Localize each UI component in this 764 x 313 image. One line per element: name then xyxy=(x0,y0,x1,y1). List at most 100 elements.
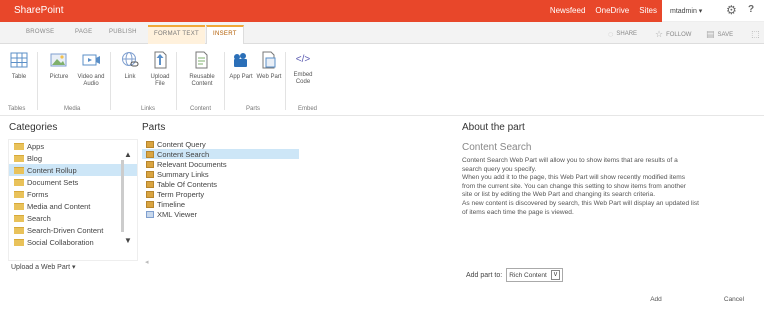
link-button[interactable]: Link xyxy=(115,50,145,81)
xml-icon xyxy=(146,210,154,218)
chevron-down-icon: v xyxy=(550,270,561,280)
category-search-driven-content[interactable]: Search-Driven Content xyxy=(9,224,137,236)
video-audio-label: Video and Audio xyxy=(77,74,105,87)
embed-code-button[interactable]: </> Embed Code xyxy=(288,50,318,86)
upload-file-label: Upload File xyxy=(150,74,170,87)
web-part-icon xyxy=(146,180,154,188)
tab-browse[interactable]: BROWSE xyxy=(26,29,54,35)
about-heading: About the part xyxy=(462,122,525,133)
group-parts: Parts xyxy=(246,106,261,112)
category-document-sets[interactable]: Document Sets xyxy=(9,176,137,188)
reusable-content-icon xyxy=(195,51,208,69)
share-label: SHARE xyxy=(616,31,638,37)
web-part-icon xyxy=(146,200,154,208)
suite-bar: SharePoint Newsfeed OneDrive Sites xyxy=(0,0,764,22)
picture-button[interactable]: Picture xyxy=(44,50,74,81)
add-part-label: Add part to: xyxy=(466,271,503,279)
part-timeline[interactable]: Timeline xyxy=(142,199,299,209)
video-audio-button[interactable]: Video and Audio xyxy=(76,50,106,88)
upload-file-button[interactable]: Upload File xyxy=(145,50,175,88)
part-table-of-contents[interactable]: Table Of Contents xyxy=(142,179,299,189)
reusable-content-button[interactable]: Reusable Content xyxy=(185,50,219,88)
gear-icon[interactable]: ⚙ xyxy=(726,3,737,17)
part-xml-viewer[interactable]: XML Viewer xyxy=(142,209,299,219)
sites-link[interactable]: Sites xyxy=(639,6,657,15)
follow-label: FOLLOW xyxy=(666,31,692,38)
suite-links: Newsfeed OneDrive Sites xyxy=(550,6,657,15)
picture-icon xyxy=(50,53,67,67)
add-part-select[interactable]: Rich Content v xyxy=(506,268,564,282)
web-part-icon xyxy=(146,160,154,168)
user-bar: mtadmin ▾ ⚙ ? xyxy=(662,0,764,22)
share-button[interactable]: ◌ SHARE xyxy=(608,29,637,39)
categories-scrollbar[interactable] xyxy=(121,160,124,232)
embed-code-label: Embed Code xyxy=(293,72,313,85)
web-part-icon xyxy=(146,140,154,148)
parts-list: Content Query Content Search Relevant Do… xyxy=(142,139,299,261)
folder-icon xyxy=(14,190,24,198)
follow-button[interactable]: ☆ FOLLOW xyxy=(655,29,691,40)
category-blog[interactable]: Blog xyxy=(9,152,137,164)
video-icon xyxy=(82,54,100,66)
part-title: Content Search xyxy=(462,142,532,153)
web-part-label: Web Part xyxy=(256,74,282,80)
category-search[interactable]: Search xyxy=(9,212,137,224)
tab-format-text[interactable]: FORMAT TEXT xyxy=(148,25,205,44)
part-summary-links[interactable]: Summary Links xyxy=(142,169,299,179)
cancel-button[interactable]: Cancel xyxy=(712,294,756,306)
category-social-collaboration[interactable]: Social Collaboration xyxy=(9,236,137,248)
tab-page[interactable]: PAGE xyxy=(75,29,92,35)
category-apps[interactable]: Apps xyxy=(9,140,137,152)
brand-logo[interactable]: SharePoint xyxy=(14,5,63,16)
app-part-button[interactable]: App Part xyxy=(226,50,256,81)
web-part-icon xyxy=(146,170,154,178)
table-label: Table xyxy=(11,74,27,80)
save-icon: ▤ xyxy=(706,29,715,39)
help-icon[interactable]: ? xyxy=(748,4,754,15)
part-term-property[interactable]: Term Property xyxy=(142,189,299,199)
save-label: SAVE xyxy=(717,31,734,38)
save-button[interactable]: ▤ SAVE xyxy=(706,29,733,40)
chevron-down-icon[interactable]: ▼ xyxy=(124,236,132,245)
upload-web-part-link[interactable]: Upload a Web Part ▾ xyxy=(11,263,75,271)
add-part-to: Add part to: Rich Content v xyxy=(466,268,564,282)
tab-publish[interactable]: PUBLISH xyxy=(109,29,137,35)
part-content-query[interactable]: Content Query xyxy=(142,139,299,149)
onedrive-link[interactable]: OneDrive xyxy=(595,6,629,15)
picture-label: Picture xyxy=(49,74,69,80)
app-part-label: App Part xyxy=(229,74,253,80)
star-icon: ☆ xyxy=(655,29,664,39)
part-content-search[interactable]: Content Search xyxy=(142,149,299,159)
parts-scroll-indicator: ◂ xyxy=(145,259,149,266)
embed-code-icon: </> xyxy=(295,54,311,65)
categories-heading: Categories xyxy=(9,122,58,133)
folder-icon xyxy=(14,178,24,186)
ribbon: Table Picture Video and Audio Link Uploa… xyxy=(0,44,764,116)
category-content-rollup[interactable]: Content Rollup xyxy=(9,164,137,176)
tab-insert[interactable]: INSERT xyxy=(206,25,244,45)
category-forms[interactable]: Forms xyxy=(9,188,137,200)
web-part-button[interactable]: Web Part xyxy=(254,50,284,81)
parts-heading: Parts xyxy=(142,122,166,133)
link-icon xyxy=(122,52,139,67)
user-menu[interactable]: mtadmin ▾ xyxy=(670,7,702,15)
group-content: Content xyxy=(190,106,212,112)
folder-icon xyxy=(14,202,24,210)
web-part-icon xyxy=(146,190,154,198)
chevron-up-icon[interactable]: ▲ xyxy=(124,150,132,159)
add-button[interactable]: Add xyxy=(634,294,678,306)
focus-icon[interactable]: ⬚ xyxy=(751,29,760,40)
group-media: Media xyxy=(64,106,81,112)
category-media-and-content[interactable]: Media and Content xyxy=(9,200,137,212)
table-button[interactable]: Table xyxy=(4,50,34,81)
web-part-icon xyxy=(262,51,276,69)
part-description: Content Search Web Part will allow you t… xyxy=(462,157,700,216)
upload-icon xyxy=(154,51,167,69)
group-tables: Tables xyxy=(8,106,26,112)
folder-icon xyxy=(14,238,24,246)
part-relevant-documents[interactable]: Relevant Documents xyxy=(142,159,299,169)
folder-icon xyxy=(14,154,24,162)
share-icon: ◌ xyxy=(608,29,614,39)
about-panel: Content Search Content Search Web Part w… xyxy=(462,136,758,217)
newsfeed-link[interactable]: Newsfeed xyxy=(550,6,586,15)
